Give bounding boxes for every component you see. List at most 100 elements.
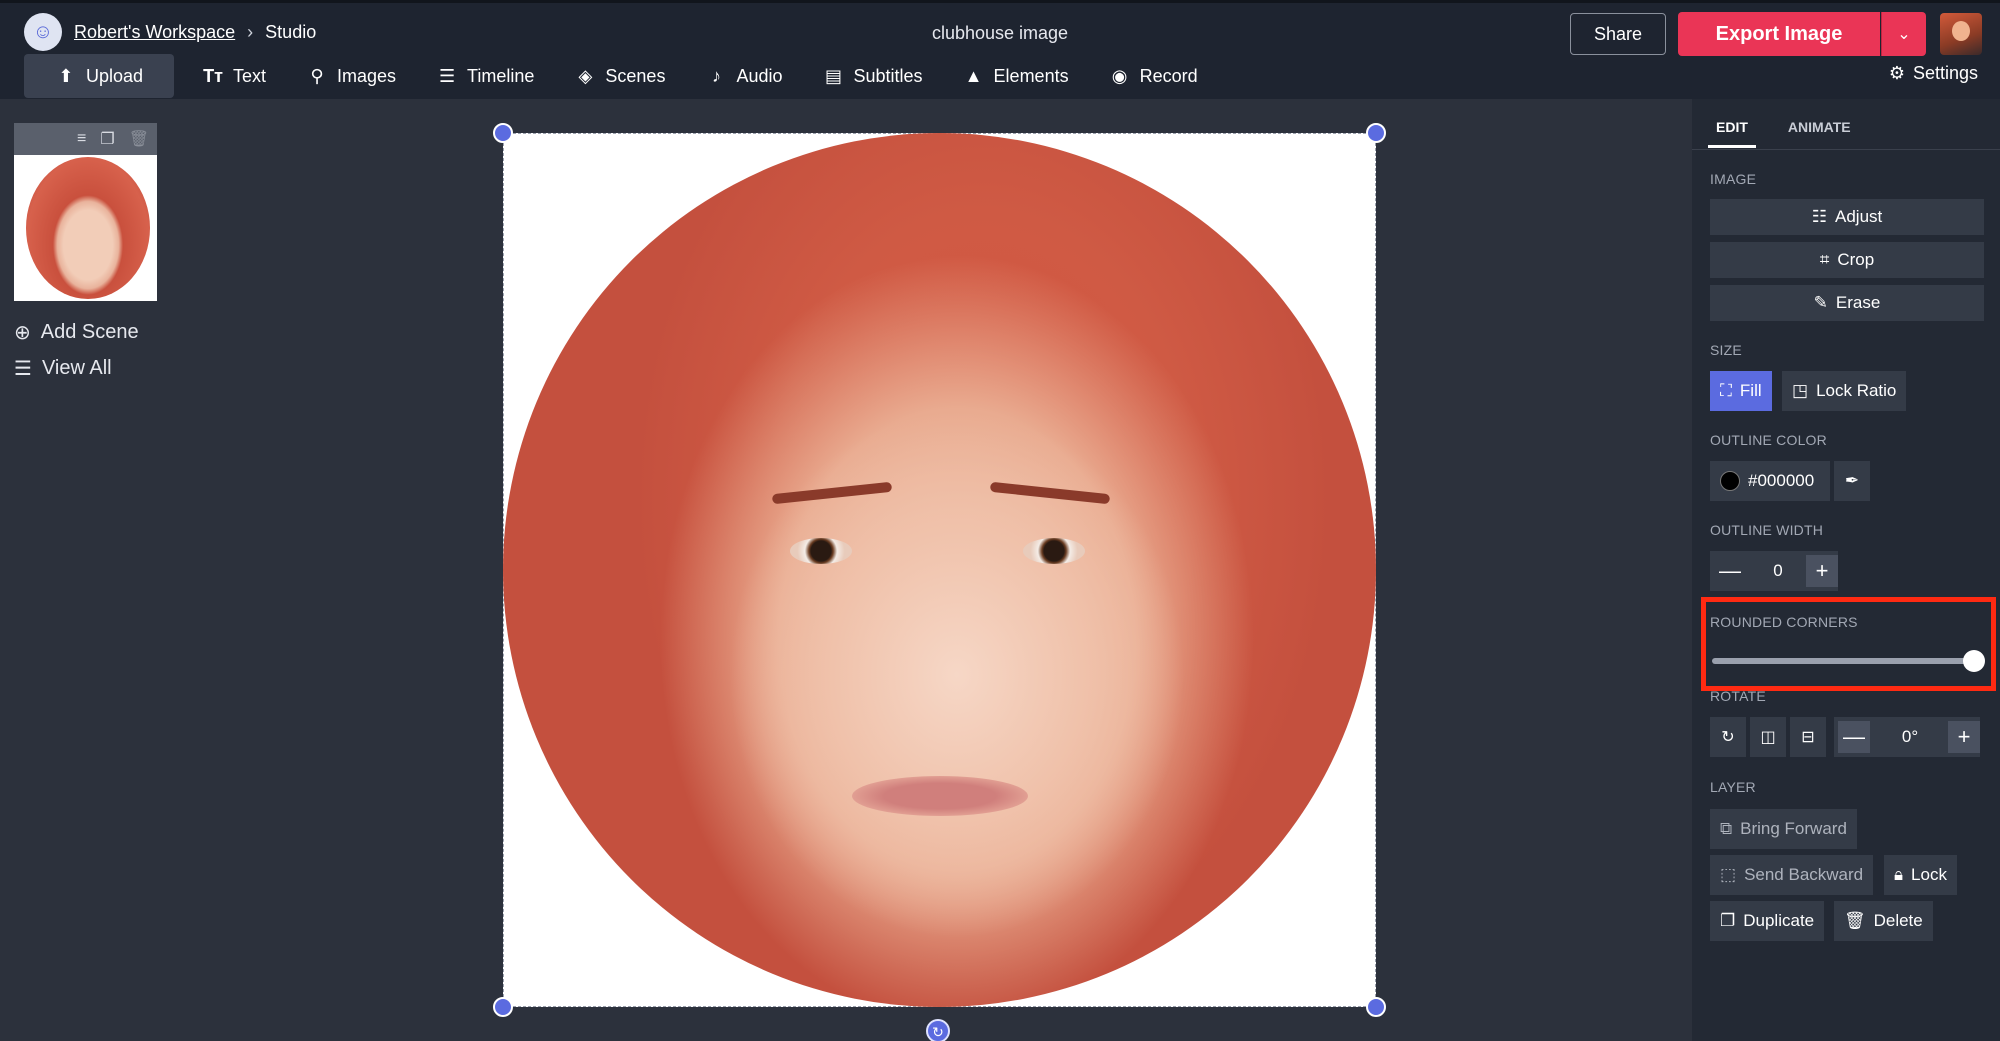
text-icon: Tт [203, 65, 223, 86]
duplicate-icon: ❐ [1720, 911, 1736, 930]
rotate-icon[interactable]: ↻ [1710, 717, 1746, 757]
rotate-handle-icon[interactable]: ↻ [926, 1019, 950, 1041]
outline-width-increase-icon[interactable]: + [1806, 555, 1838, 587]
breadcrumb-separator: › [247, 21, 254, 42]
size-section-label: SIZE [1710, 342, 1742, 358]
duplicate-button[interactable]: ❐ Duplicate [1710, 901, 1825, 941]
image-section-label: IMAGE [1710, 171, 1757, 187]
outline-color-picker[interactable]: #000000 [1710, 461, 1830, 501]
add-scene-button[interactable]: ⊕ Add Scene [14, 320, 139, 345]
search-icon: ⚲ [310, 65, 324, 86]
scene-thumbnail[interactable]: ≡ ❐ 🗑 [14, 123, 157, 301]
image-detail-eye-left [790, 538, 852, 564]
eyedropper-button[interactable]: ✒ [1834, 461, 1870, 501]
menu-upload[interactable]: ⬆ Upload [24, 54, 174, 98]
delete-scene-icon[interactable]: 🗑 [129, 129, 149, 149]
fill-button[interactable]: ⛶ Fill [1710, 371, 1772, 411]
rotate-value[interactable]: 0° [1872, 727, 1948, 747]
flip-horizontal-icon[interactable]: ◫ [1750, 717, 1786, 757]
list-icon: ☰ [14, 358, 32, 380]
duplicate-scene-icon[interactable]: ❐ [100, 129, 114, 149]
menu-audio[interactable]: ♪ Audio [685, 54, 802, 98]
flip-vertical-icon[interactable]: ⊟ [1790, 717, 1826, 757]
menu-upload-label: Upload [85, 65, 144, 86]
gear-icon: ⚙ [1888, 63, 1905, 83]
record-icon: ◉ [1111, 65, 1128, 86]
image-detail-eye-right [1023, 538, 1085, 564]
scene-menu-icon[interactable]: ≡ [77, 130, 86, 148]
menu-scenes-label: Scenes [605, 65, 666, 86]
scene-tools: ≡ ❐ 🗑 [14, 123, 157, 155]
resize-handle-top-left[interactable] [493, 123, 513, 143]
send-backward-button[interactable]: ⬚ Send Backward [1710, 855, 1874, 895]
menu-scenes[interactable]: ◈ Scenes [554, 54, 685, 98]
lock-label: Lock [1911, 865, 1947, 884]
tab-animate[interactable]: ANIMATE [1780, 115, 1859, 148]
menu-elements-label: Elements [993, 65, 1069, 86]
properties-panel: EDIT ANIMATE IMAGE ☷ Adjust ⌗ Crop ✎ Era… [1692, 99, 2000, 1041]
lock-button[interactable]: 🔒︎ Lock [1884, 855, 1957, 895]
settings-label: Settings [1912, 63, 1978, 83]
resize-handle-bottom-left[interactable] [493, 997, 513, 1017]
scene-preview-image [26, 157, 150, 299]
breadcrumb-studio: Studio [265, 21, 317, 42]
delete-button[interactable]: 🗑︎ Delete [1834, 901, 1933, 941]
lock-ratio-button[interactable]: ◳ Lock Ratio [1782, 371, 1907, 411]
timeline-icon: ☰ [438, 65, 456, 86]
shapes-icon: ▲ [964, 65, 983, 86]
music-note-icon: ♪ [711, 65, 721, 86]
eyedropper-icon: ✒ [1844, 471, 1860, 490]
settings-button[interactable]: ⚙ Settings [1889, 63, 1978, 84]
breadcrumb: ☺ Robert's Workspace › Studio [24, 13, 316, 51]
outline-width-value[interactable]: 0 [1750, 561, 1806, 581]
trash-icon: 🗑︎ [1844, 911, 1866, 930]
delete-label: Delete [1873, 911, 1923, 930]
workspace-link[interactable]: Robert's Workspace [74, 22, 235, 43]
menu-elements[interactable]: ▲ Elements [943, 54, 1089, 98]
workspace-logo-icon[interactable]: ☺ [24, 13, 62, 51]
adjust-label: Adjust [1835, 207, 1883, 226]
outline-color-value: #000000 [1748, 471, 1815, 490]
rotate-decrease-icon[interactable]: — [1838, 721, 1870, 753]
menu-timeline[interactable]: ☰ Timeline [416, 54, 554, 98]
menu-text-label: Text [233, 65, 267, 86]
erase-label: Erase [1835, 293, 1881, 312]
view-all-button[interactable]: ☰ View All [14, 356, 112, 381]
tab-edit[interactable]: EDIT [1708, 115, 1756, 148]
crop-icon: ⌗ [1819, 250, 1830, 269]
lock-ratio-label: Lock Ratio [1816, 381, 1897, 400]
eraser-icon: ✎ [1813, 293, 1828, 312]
adjust-button[interactable]: ☷ Adjust [1710, 199, 1984, 235]
erase-button[interactable]: ✎ Erase [1710, 285, 1984, 321]
top-bar: ☺ Robert's Workspace › Studio clubhouse … [0, 0, 2000, 99]
bring-forward-icon: ⧉ [1720, 819, 1733, 838]
menu-audio-label: Audio [736, 65, 783, 86]
export-options-chevron-down-icon[interactable]: ⌄ [1881, 12, 1926, 56]
sliders-icon: ☷ [1811, 207, 1827, 226]
menu-subtitles-label: Subtitles [853, 65, 923, 86]
layers-icon: ◈ [578, 65, 593, 86]
menu-timeline-label: Timeline [467, 65, 535, 86]
menu-record[interactable]: ◉ Record [1089, 54, 1218, 98]
share-button[interactable]: Share [1570, 13, 1666, 55]
resize-handle-bottom-right[interactable] [1366, 997, 1386, 1017]
bring-forward-button[interactable]: ⧉ Bring Forward [1710, 809, 1857, 849]
menu-subtitles[interactable]: ▤ Subtitles [803, 54, 943, 98]
fill-label: Fill [1739, 381, 1762, 400]
export-image-button[interactable]: Export Image [1678, 12, 1880, 56]
rotate-increase-icon[interactable]: + [1948, 721, 1980, 753]
panel-tabs: EDIT ANIMATE [1708, 115, 1859, 148]
menu-record-label: Record [1139, 65, 1198, 86]
lock-icon: 🔒︎ [1894, 865, 1904, 884]
send-backward-icon: ⬚ [1720, 865, 1737, 884]
menu-images[interactable]: ⚲ Images [286, 54, 416, 98]
selected-image-photo[interactable] [503, 133, 1376, 1007]
menu-text[interactable]: Tт Text [182, 54, 286, 98]
user-avatar[interactable] [1940, 13, 1982, 55]
image-detail-lips [852, 776, 1028, 816]
annotation-highlight-box [1701, 597, 1996, 691]
resize-handle-top-right[interactable] [1366, 123, 1386, 143]
crop-button[interactable]: ⌗ Crop [1710, 242, 1984, 278]
outline-width-decrease-icon[interactable]: — [1714, 555, 1746, 587]
crop-label: Crop [1837, 250, 1875, 269]
